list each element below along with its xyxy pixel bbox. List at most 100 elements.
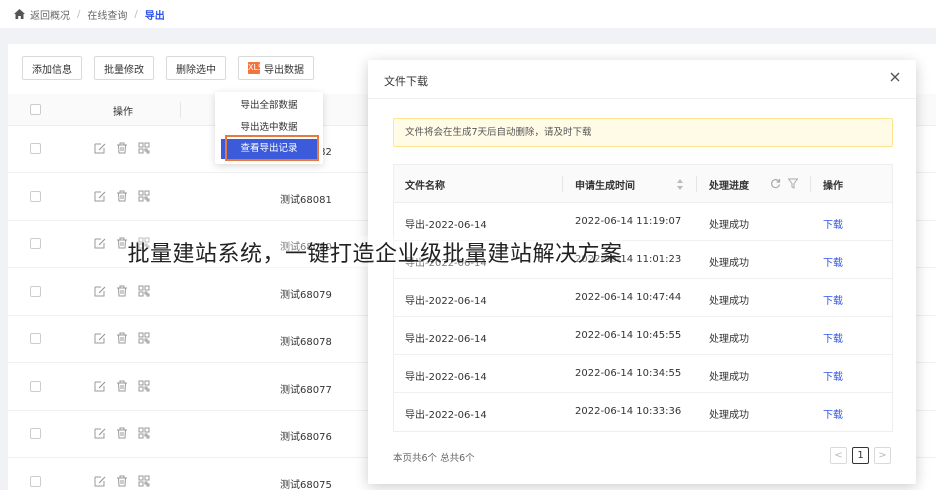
- export-data-button[interactable]: XLS 导出数据: [238, 56, 314, 80]
- file-name: 导出-2022-06-14: [405, 296, 487, 307]
- download-link[interactable]: 下载: [823, 292, 843, 307]
- file-name: 导出-2022-06-14: [405, 372, 487, 383]
- column-divider: [810, 176, 811, 192]
- progress-status: 处理成功: [709, 334, 749, 345]
- edit-icon[interactable]: [94, 285, 106, 297]
- download-row: 导出-2022-06-14 2022-06-14 10:45:55 处理成功 下载: [394, 317, 892, 355]
- row-actions: [94, 427, 150, 439]
- modal-title: 文件下载: [384, 75, 428, 88]
- row-name: 测试68076: [280, 432, 332, 443]
- breadcrumb-separator: /: [134, 8, 138, 20]
- download-link[interactable]: 下载: [823, 406, 843, 421]
- sort-icon[interactable]: [676, 179, 684, 190]
- row-checkbox[interactable]: [30, 285, 41, 297]
- close-icon[interactable]: [888, 70, 902, 84]
- overlay-caption: 批量建站系统，一键打造企业级批量建站解决方案: [0, 236, 936, 268]
- select-all-checkbox[interactable]: [30, 104, 41, 115]
- pagination: < 1 >: [830, 447, 891, 464]
- row-actions: [94, 332, 150, 344]
- column-file-name: 文件名称: [405, 181, 445, 192]
- page-1-button[interactable]: 1: [852, 447, 869, 464]
- row-name: 测试68077: [280, 384, 332, 396]
- qrcode-icon[interactable]: [138, 380, 150, 392]
- column-request-time: 申请生成时间: [575, 181, 635, 192]
- excel-icon: XLS: [248, 62, 264, 74]
- qrcode-icon[interactable]: [138, 190, 150, 202]
- batch-edit-button[interactable]: 批量修改: [94, 56, 154, 80]
- download-link[interactable]: 下载: [823, 368, 843, 383]
- progress-status: 处理成功: [709, 372, 749, 383]
- row-checkbox[interactable]: [30, 380, 41, 392]
- overlay-caption-text: 批量建站系统，一键打造企业级批量建站解决方案: [127, 236, 623, 268]
- row-name: 测试68078: [280, 337, 332, 348]
- download-link[interactable]: 下载: [823, 216, 843, 231]
- column-progress: 处理进度: [709, 181, 749, 192]
- qrcode-icon[interactable]: [138, 475, 150, 487]
- delete-icon[interactable]: [116, 332, 128, 344]
- request-time: 2022-06-14 10:47:44: [575, 292, 682, 303]
- download-table-header: 文件名称 申请生成时间 处理进度 操作: [394, 165, 892, 203]
- progress-status: 处理成功: [709, 220, 749, 231]
- delete-icon[interactable]: [116, 427, 128, 439]
- home-icon: [14, 9, 25, 19]
- breadcrumb-back[interactable]: 返回概况: [30, 7, 70, 22]
- download-row: 导出-2022-06-14 2022-06-14 10:47:44 处理成功 下载: [394, 279, 892, 317]
- add-info-button[interactable]: 添加信息: [22, 56, 82, 80]
- next-page-button[interactable]: >: [874, 447, 891, 464]
- delete-icon[interactable]: [116, 475, 128, 487]
- export-all-item[interactable]: 导出全部数据: [215, 96, 323, 116]
- row-checkbox[interactable]: [30, 428, 41, 439]
- delete-icon[interactable]: [116, 142, 128, 154]
- file-name: 导出-2022-06-14: [405, 410, 487, 421]
- modal-header-divider: [368, 98, 916, 99]
- prev-page-button[interactable]: <: [830, 447, 847, 464]
- breadcrumb-separator: /: [77, 8, 81, 20]
- edit-icon[interactable]: [94, 380, 106, 392]
- row-actions: [94, 285, 150, 297]
- request-time: 2022-06-14 11:19:07: [575, 216, 682, 227]
- file-download-modal: 文件下载 文件将会在生成7天后自动删除，请及时下载 文件名称 申请生成时间 处理…: [368, 60, 916, 484]
- edit-icon[interactable]: [94, 332, 106, 344]
- edit-icon[interactable]: [94, 142, 106, 154]
- column-divider: [696, 176, 697, 192]
- highlight-box: [225, 135, 319, 161]
- row-checkbox[interactable]: [30, 190, 41, 202]
- export-dropdown-menu: 导出全部数据 导出选中数据 查看导出记录: [215, 92, 323, 164]
- row-checkbox[interactable]: [30, 475, 41, 487]
- download-table: 文件名称 申请生成时间 处理进度 操作 导出-2022-06-14 2022-06…: [393, 164, 893, 432]
- row-actions: [94, 142, 150, 154]
- row-actions: [94, 475, 150, 487]
- notice-banner: 文件将会在生成7天后自动删除，请及时下载: [393, 118, 893, 147]
- delete-icon[interactable]: [116, 285, 128, 297]
- breadcrumb-online-query[interactable]: 在线查询: [87, 7, 127, 22]
- export-data-label: 导出数据: [264, 64, 304, 76]
- operation-column-header: 操作: [113, 107, 133, 118]
- row-actions: [94, 190, 150, 202]
- filter-icon[interactable]: [788, 178, 798, 189]
- qrcode-icon[interactable]: [138, 142, 150, 154]
- delete-selected-button[interactable]: 删除选中: [166, 56, 226, 80]
- breadcrumb: 返回概况 / 在线查询 / 导出: [0, 0, 936, 28]
- qrcode-icon[interactable]: [138, 427, 150, 439]
- qrcode-icon[interactable]: [138, 285, 150, 297]
- breadcrumb-current: 导出: [144, 10, 165, 22]
- delete-icon[interactable]: [116, 380, 128, 392]
- request-time: 2022-06-14 10:34:55: [575, 368, 682, 379]
- download-row: 导出-2022-06-14 2022-06-14 10:33:36 处理成功 下载: [394, 393, 892, 431]
- edit-icon[interactable]: [94, 475, 106, 487]
- row-name: 测试68079: [280, 289, 332, 301]
- edit-icon[interactable]: [94, 427, 106, 439]
- edit-icon[interactable]: [94, 190, 106, 202]
- row-checkbox[interactable]: [30, 143, 41, 154]
- row-name: 测试68075: [280, 479, 332, 490]
- progress-status: 处理成功: [709, 410, 749, 421]
- delete-icon[interactable]: [116, 190, 128, 202]
- row-checkbox[interactable]: [30, 333, 41, 344]
- download-row: 导出-2022-06-14 2022-06-14 10:34:55 处理成功 下载: [394, 355, 892, 393]
- download-link[interactable]: 下载: [823, 330, 843, 345]
- column-divider: [180, 102, 181, 118]
- column-operation: 操作: [823, 181, 843, 192]
- qrcode-icon[interactable]: [138, 332, 150, 344]
- refresh-icon[interactable]: [770, 178, 781, 189]
- request-time: 2022-06-14 10:33:36: [575, 406, 682, 417]
